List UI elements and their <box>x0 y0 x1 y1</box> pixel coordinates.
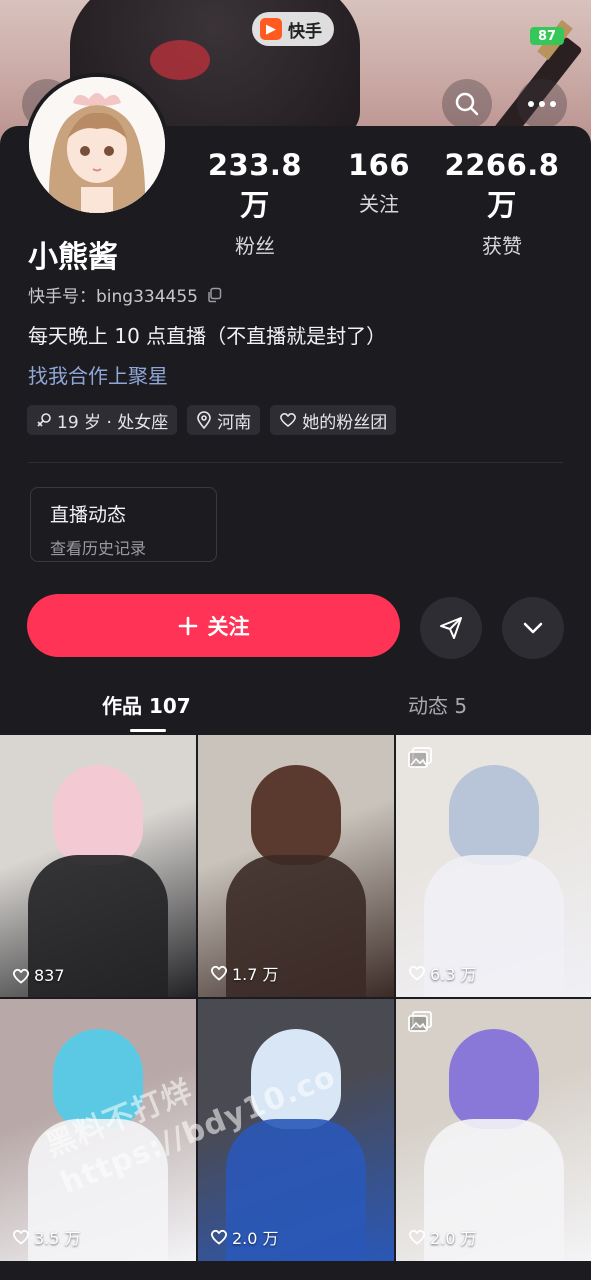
heart-outline-icon <box>408 965 426 981</box>
tag-age-label: 19 岁 · 处女座 <box>57 412 169 433</box>
search-button[interactable] <box>442 79 492 129</box>
heart-icon <box>280 412 297 428</box>
more-icon <box>528 101 556 107</box>
live-history-subtitle: 查看历史记录 <box>50 539 147 558</box>
heart-outline-icon <box>210 965 228 981</box>
following-count: 166 <box>347 148 411 182</box>
work-likes: 2.0 万 <box>408 1225 477 1249</box>
avatar-illustration <box>29 77 165 213</box>
work-likes: 2.0 万 <box>210 1225 279 1249</box>
app-name-pill[interactable]: ▶ 快手 <box>252 12 334 46</box>
following-stat[interactable]: 166 关注 <box>345 148 413 217</box>
work-likes: 6.3 万 <box>408 961 477 985</box>
follow-label: 关注 <box>207 614 250 639</box>
work-thumbnail[interactable]: 837 <box>0 735 196 997</box>
fans-count: 233.8 万 <box>207 148 303 222</box>
work-thumbnail[interactable]: 1.7 万 <box>198 735 394 997</box>
tag-location[interactable]: 河南 <box>187 405 261 435</box>
tab-works[interactable]: 作品 107 <box>102 690 191 719</box>
profile-tags: 19 岁 · 处女座 河南 她的粉丝团 <box>27 405 397 435</box>
fans-label: 粉丝 <box>235 234 275 258</box>
work-thumbnail[interactable]: 2.0 万 <box>396 999 591 1261</box>
gallery-icon <box>408 747 432 768</box>
kuaishou-logo-icon: ▶ <box>260 18 282 40</box>
work-likes-count: 837 <box>34 966 65 985</box>
tab-moments[interactable]: 动态 5 <box>408 690 467 719</box>
female-icon <box>37 413 51 427</box>
thumbnail-hair <box>449 765 539 865</box>
plus-icon <box>178 616 197 635</box>
section-divider <box>28 462 563 463</box>
follow-button[interactable]: 关注 <box>27 594 400 657</box>
more-button[interactable] <box>517 79 567 129</box>
heart-outline-icon <box>408 1229 426 1245</box>
live-history-card[interactable]: 直播动态 查看历史记录 <box>30 487 217 562</box>
tag-location-label: 河南 <box>217 412 252 433</box>
thumbnail-hair <box>449 1029 539 1129</box>
heart-outline-icon <box>12 968 30 984</box>
avatar[interactable] <box>25 73 169 217</box>
thumbnail-hair <box>251 765 341 865</box>
work-likes: 1.7 万 <box>210 961 279 985</box>
banner-cloth <box>150 40 210 80</box>
cooperation-link[interactable]: 找我合作上聚星 <box>28 360 168 389</box>
chevron-down-icon <box>523 622 543 634</box>
likes-count: 2266.8 万 <box>444 148 560 222</box>
user-id-row[interactable]: 快手号：bing334455 <box>28 282 222 307</box>
work-thumbnail[interactable]: 6.3 万 <box>396 735 591 997</box>
copy-icon[interactable] <box>206 287 222 303</box>
tag-age[interactable]: 19 岁 · 处女座 <box>27 405 178 435</box>
app-name: 快手 <box>288 21 322 42</box>
user-id: 快手号：bing334455 <box>28 287 198 307</box>
battery-level: 87 <box>537 28 557 44</box>
more-options-button[interactable] <box>502 597 564 659</box>
thumbnail-hair <box>53 765 143 865</box>
work-likes: 3.5 万 <box>12 1225 81 1249</box>
gallery-icon <box>408 1011 432 1032</box>
heart-outline-icon <box>210 1229 228 1245</box>
profile-name: 小熊酱 <box>28 240 118 275</box>
work-likes-count: 2.0 万 <box>430 1229 477 1248</box>
message-button[interactable] <box>420 597 482 659</box>
work-likes-count: 1.7 万 <box>232 965 279 984</box>
work-likes-count: 2.0 万 <box>232 1229 279 1248</box>
location-icon <box>197 411 212 429</box>
work-likes-count: 3.5 万 <box>34 1229 81 1248</box>
send-icon <box>440 617 462 639</box>
tag-fan-club-label: 她的粉丝团 <box>302 412 388 433</box>
tag-fan-club[interactable]: 她的粉丝团 <box>270 405 397 435</box>
work-likes: 837 <box>12 966 65 985</box>
active-tab-indicator <box>130 729 166 732</box>
likes-stat[interactable]: 2266.8 万 获赞 <box>432 148 572 259</box>
likes-label: 获赞 <box>482 234 522 258</box>
heart-outline-icon <box>12 1229 30 1245</box>
live-history-title: 直播动态 <box>50 504 127 526</box>
following-label: 关注 <box>359 192 399 216</box>
fans-stat[interactable]: 233.8 万 粉丝 <box>196 148 314 259</box>
profile-bio: 每天晚上 10 点直播（不直播就是封了） <box>28 324 387 348</box>
battery-indicator: 87 <box>530 27 564 45</box>
search-icon <box>455 92 479 116</box>
work-likes-count: 6.3 万 <box>430 965 477 984</box>
